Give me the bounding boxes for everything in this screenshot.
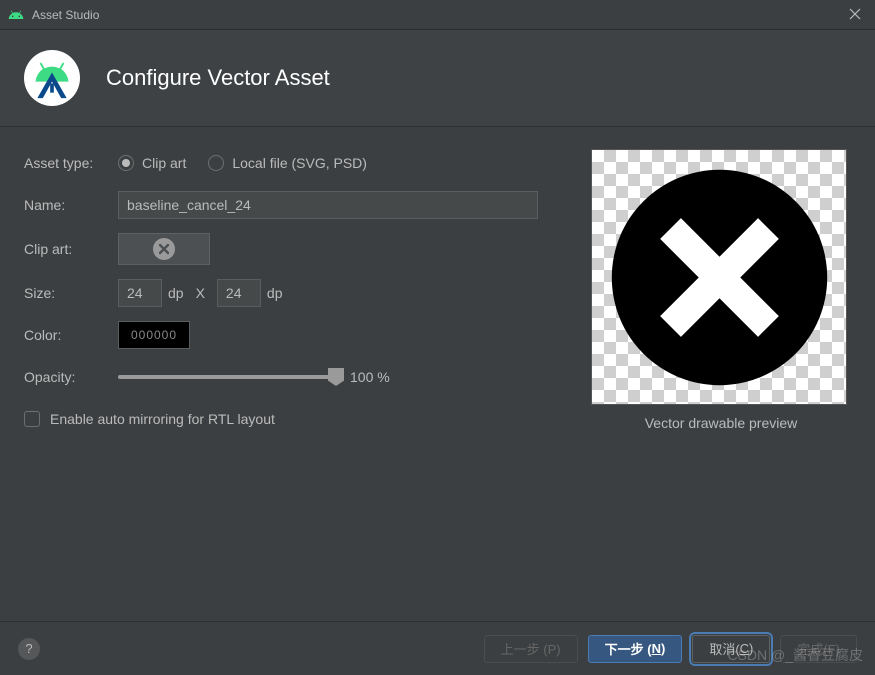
cancel-suffix: ) bbox=[749, 641, 753, 656]
cancel-button[interactable]: 取消(C) bbox=[692, 635, 770, 663]
asset-studio-icon bbox=[30, 56, 74, 100]
preview-canvas bbox=[591, 149, 847, 405]
help-button[interactable]: ? bbox=[18, 638, 40, 660]
asset-type-radio-group: Clip art Local file (SVG, PSD) bbox=[118, 155, 367, 171]
cancel-prefix: 取消( bbox=[709, 639, 739, 658]
title-bar: Asset Studio bbox=[0, 0, 875, 30]
close-button[interactable] bbox=[843, 7, 867, 23]
rtl-mirror-checkbox[interactable]: Enable auto mirroring for RTL layout bbox=[24, 411, 275, 427]
close-icon bbox=[849, 8, 861, 20]
size-x-separator: X bbox=[196, 285, 205, 301]
preview-cancel-icon bbox=[602, 160, 837, 395]
radio-clip-art[interactable]: Clip art bbox=[118, 155, 186, 171]
row-name: Name: bbox=[24, 191, 571, 219]
row-opacity: Opacity: 100 % bbox=[24, 363, 571, 391]
radio-dot-icon bbox=[118, 155, 134, 171]
row-color: Color: 000000 bbox=[24, 321, 571, 349]
row-mirror: Enable auto mirroring for RTL layout bbox=[24, 405, 571, 433]
android-icon bbox=[8, 7, 24, 23]
row-asset-type: Asset type: Clip art Local file (SVG, PS… bbox=[24, 149, 571, 177]
dialog-title: Configure Vector Asset bbox=[106, 65, 330, 91]
preview-panel: Vector drawable preview bbox=[591, 149, 851, 447]
next-button[interactable]: 下一步 (N) bbox=[588, 635, 683, 663]
row-clip-art: Clip art: bbox=[24, 233, 571, 265]
radio-local-file-label: Local file (SVG, PSD) bbox=[232, 155, 367, 171]
next-key: N bbox=[652, 641, 661, 656]
clip-art-button[interactable] bbox=[118, 233, 210, 265]
dialog-header: Configure Vector Asset bbox=[0, 30, 875, 127]
label-clip-art: Clip art: bbox=[24, 241, 118, 257]
dialog-footer: ? 上一步 (P) 下一步 (N) 取消(C) 完成(F) bbox=[0, 621, 875, 675]
slider-fill bbox=[118, 375, 338, 379]
next-suffix: ) bbox=[661, 641, 665, 656]
color-swatch[interactable]: 000000 bbox=[118, 321, 190, 349]
radio-local-file[interactable]: Local file (SVG, PSD) bbox=[208, 155, 367, 171]
row-size: Size: dp X dp bbox=[24, 279, 571, 307]
rtl-mirror-label: Enable auto mirroring for RTL layout bbox=[50, 411, 275, 427]
form-panel: Asset type: Clip art Local file (SVG, PS… bbox=[24, 149, 571, 447]
radio-clip-art-label: Clip art bbox=[142, 155, 186, 171]
size-width-input[interactable] bbox=[118, 279, 162, 307]
label-color: Color: bbox=[24, 327, 118, 343]
content-area: Asset type: Clip art Local file (SVG, PS… bbox=[0, 127, 875, 447]
slider-thumb-icon bbox=[328, 368, 344, 386]
dp-label-1: dp bbox=[168, 285, 184, 301]
checkbox-box-icon bbox=[24, 411, 40, 427]
header-icon bbox=[24, 50, 80, 106]
preview-label: Vector drawable preview bbox=[591, 415, 851, 431]
label-opacity: Opacity: bbox=[24, 369, 118, 385]
radio-dot-icon bbox=[208, 155, 224, 171]
next-prefix: 下一步 ( bbox=[605, 639, 652, 658]
name-input[interactable] bbox=[118, 191, 538, 219]
finish-button[interactable]: 完成(F) bbox=[780, 635, 857, 663]
previous-button[interactable]: 上一步 (P) bbox=[484, 635, 578, 663]
cancel-icon bbox=[153, 238, 175, 260]
size-height-input[interactable] bbox=[217, 279, 261, 307]
opacity-slider[interactable] bbox=[118, 370, 338, 384]
opacity-value: 100 % bbox=[350, 369, 390, 385]
dp-label-2: dp bbox=[267, 285, 283, 301]
label-name: Name: bbox=[24, 197, 118, 213]
cancel-key: C bbox=[740, 641, 749, 656]
label-asset-type: Asset type: bbox=[24, 155, 118, 171]
window-title: Asset Studio bbox=[32, 8, 843, 22]
label-size: Size: bbox=[24, 285, 118, 301]
